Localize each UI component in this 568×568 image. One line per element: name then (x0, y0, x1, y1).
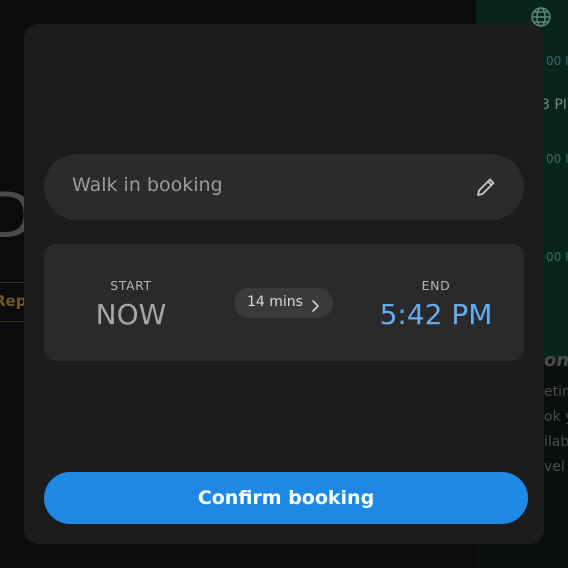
background-tab: Rep (0, 282, 27, 322)
confirm-booking-button[interactable]: Confirm booking (44, 472, 528, 524)
start-caption: START (110, 278, 152, 293)
background-time-label: 00 I (546, 54, 568, 68)
end-caption: END (421, 278, 451, 293)
booking-title-field[interactable]: Walk in booking (44, 154, 524, 220)
start-time-value: NOW (95, 298, 167, 331)
background-tab-label: Rep (0, 292, 27, 310)
background-snippet: ilabl (544, 434, 568, 450)
duration-label: 14 mins (247, 294, 303, 310)
background-snippet: ono (544, 350, 568, 371)
background-time-label: 00 I (546, 152, 568, 166)
background-snippet: vel (544, 459, 565, 475)
chevron-right-icon (312, 297, 319, 312)
time-range-card: START NOW 14 mins END 5:42 PM (44, 244, 524, 361)
background-snippet: ok y (544, 409, 568, 425)
duration-selector[interactable]: 14 mins (234, 288, 333, 318)
start-time-column[interactable]: START NOW (51, 244, 211, 332)
end-time-value: 5:42 PM (379, 298, 493, 331)
end-time-column[interactable]: END 5:42 PM (356, 244, 516, 332)
pencil-icon[interactable] (474, 175, 498, 199)
background-time-label: 3 PI (541, 97, 567, 113)
background-snippet: eting (544, 384, 568, 400)
booking-modal: Walk in booking START NOW 14 mins END 5:… (24, 24, 544, 544)
background-time-label: 00 I (546, 250, 568, 264)
booking-title-text: Walk in booking (72, 174, 223, 196)
